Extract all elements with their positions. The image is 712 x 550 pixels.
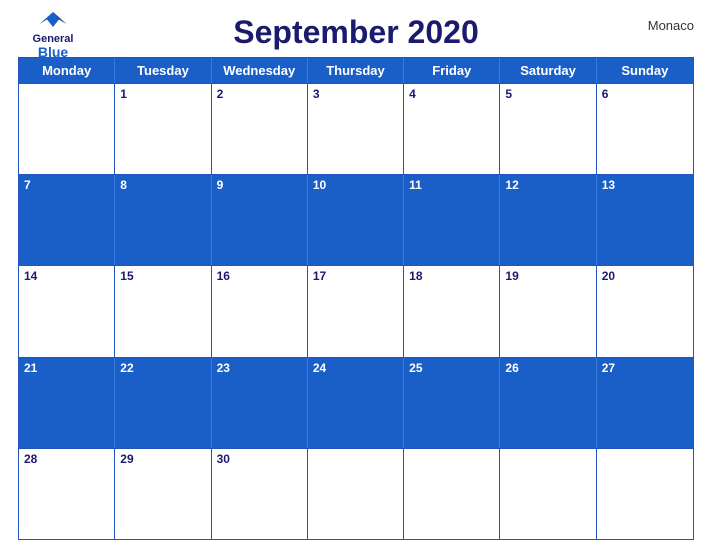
day-name-saturday: Saturday (500, 58, 596, 83)
calendar-week-4: 28 29 30 (19, 448, 693, 539)
date-number: 3 (313, 87, 398, 101)
date-number: 25 (409, 361, 494, 375)
date-number: 2 (217, 87, 302, 101)
cal-cell-1-3: 10 (308, 175, 404, 265)
date-number: 18 (409, 269, 494, 283)
cal-cell-2-6: 20 (597, 266, 693, 356)
cal-cell-3-4: 25 (404, 358, 500, 448)
cal-cell-0-5: 5 (500, 84, 596, 174)
calendar-weeks: 1234567891011121314151617181920212223242… (19, 83, 693, 539)
calendar-week-2: 14 15 16 17 18 19 20 (19, 265, 693, 356)
date-number: 15 (120, 269, 205, 283)
cal-cell-4-4 (404, 449, 500, 539)
date-number: 20 (602, 269, 688, 283)
cal-cell-1-2: 9 (212, 175, 308, 265)
logo-area: General Blue (18, 10, 88, 60)
cal-cell-1-6: 13 (597, 175, 693, 265)
cal-cell-2-2: 16 (212, 266, 308, 356)
day-name-wednesday: Wednesday (212, 58, 308, 83)
day-name-sunday: Sunday (597, 58, 693, 83)
date-number: 23 (217, 361, 302, 375)
date-number: 28 (24, 452, 109, 466)
date-number: 9 (217, 178, 302, 192)
cal-cell-4-2: 30 (212, 449, 308, 539)
day-name-monday: Monday (19, 58, 115, 83)
cal-cell-4-3 (308, 449, 404, 539)
day-name-tuesday: Tuesday (115, 58, 211, 83)
cal-cell-4-1: 29 (115, 449, 211, 539)
date-number: 27 (602, 361, 688, 375)
date-number: 21 (24, 361, 109, 375)
cal-cell-0-2: 2 (212, 84, 308, 174)
cal-cell-2-1: 15 (115, 266, 211, 356)
day-name-thursday: Thursday (308, 58, 404, 83)
date-number: 30 (217, 452, 302, 466)
days-header: MondayTuesdayWednesdayThursdayFridaySatu… (19, 58, 693, 83)
date-number: 13 (602, 178, 688, 192)
date-number: 22 (120, 361, 205, 375)
cal-cell-2-3: 17 (308, 266, 404, 356)
cal-cell-3-0: 21 (19, 358, 115, 448)
date-number: 1 (120, 87, 205, 101)
date-number: 11 (409, 178, 494, 192)
calendar-week-1: 789 10 11 12 13 (19, 174, 693, 265)
calendar-wrapper: General Blue September 2020 Monaco Monda… (0, 0, 712, 550)
cal-cell-4-0: 28 (19, 449, 115, 539)
date-number: 10 (313, 178, 398, 192)
cal-cell-0-6: 6 (597, 84, 693, 174)
calendar-title: September 2020 (18, 14, 694, 51)
day-name-friday: Friday (404, 58, 500, 83)
calendar-grid: MondayTuesdayWednesdayThursdayFridaySatu… (18, 57, 694, 540)
cal-cell-0-4: 4 (404, 84, 500, 174)
cal-cell-0-0 (19, 84, 115, 174)
calendar-week-3: 21 22 23 24 25 26 27 (19, 357, 693, 448)
date-number: 4 (409, 87, 494, 101)
cal-cell-1-5: 12 (500, 175, 596, 265)
cal-cell-2-5: 19 (500, 266, 596, 356)
logo-bird-icon (38, 10, 68, 32)
cal-cell-3-1: 22 (115, 358, 211, 448)
cal-cell-2-0: 14 (19, 266, 115, 356)
date-number: 5 (505, 87, 590, 101)
country-label: Monaco (648, 18, 694, 33)
cal-cell-3-5: 26 (500, 358, 596, 448)
date-number: 17 (313, 269, 398, 283)
cal-cell-0-1: 1 (115, 84, 211, 174)
calendar-week-0: 123456 (19, 83, 693, 174)
cal-cell-1-1: 8 (115, 175, 211, 265)
date-number: 29 (120, 452, 205, 466)
cal-cell-3-6: 27 (597, 358, 693, 448)
cal-cell-2-4: 18 (404, 266, 500, 356)
date-number: 19 (505, 269, 590, 283)
date-number: 6 (602, 87, 688, 101)
cal-cell-1-4: 11 (404, 175, 500, 265)
cal-cell-3-2: 23 (212, 358, 308, 448)
date-number: 7 (24, 178, 109, 192)
date-number: 8 (120, 178, 205, 192)
calendar-header: General Blue September 2020 Monaco (18, 10, 694, 53)
date-number: 14 (24, 269, 109, 283)
date-number: 26 (505, 361, 590, 375)
logo-blue-text: Blue (38, 45, 68, 60)
date-number: 12 (505, 178, 590, 192)
cal-cell-1-0: 7 (19, 175, 115, 265)
cal-cell-4-6 (597, 449, 693, 539)
cal-cell-3-3: 24 (308, 358, 404, 448)
cal-cell-0-3: 3 (308, 84, 404, 174)
cal-cell-4-5 (500, 449, 596, 539)
date-number: 24 (313, 361, 398, 375)
date-number: 16 (217, 269, 302, 283)
